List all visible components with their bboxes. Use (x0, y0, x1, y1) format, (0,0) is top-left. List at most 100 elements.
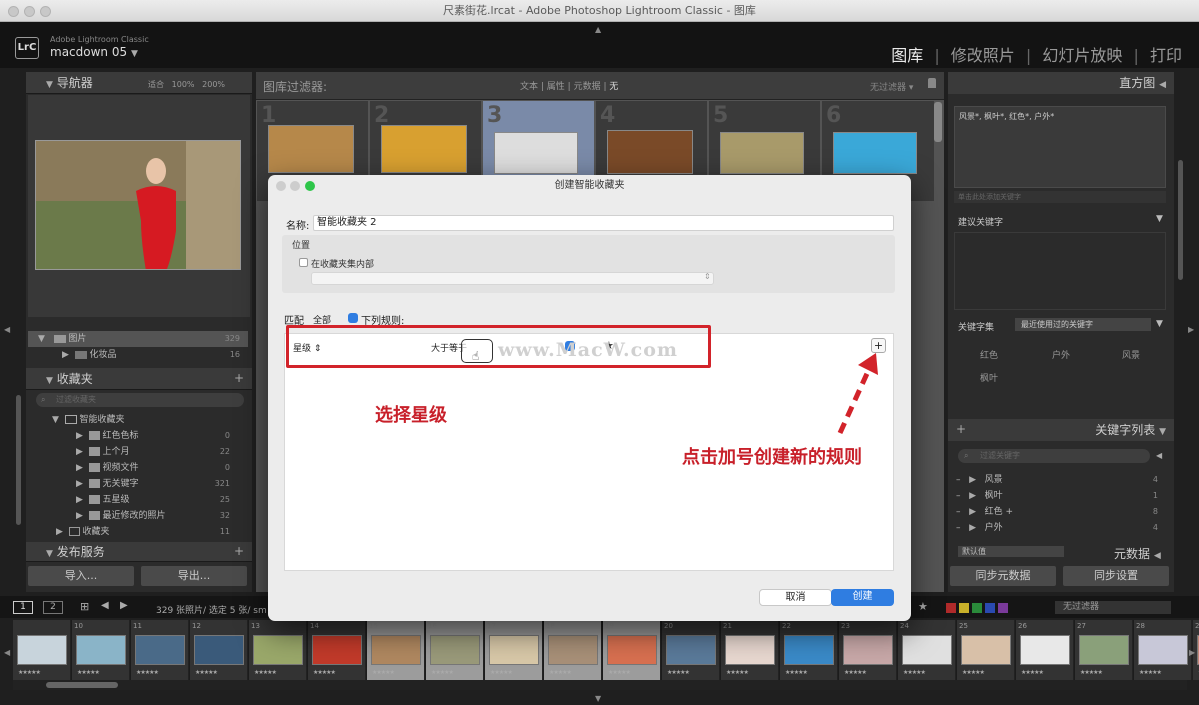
back-arrow-icon[interactable]: ◀ (101, 600, 109, 611)
zoom-fit[interactable]: 适合 (148, 80, 164, 89)
filmstrip-thumbnail[interactable] (1138, 635, 1188, 665)
filmstrip-left-icon[interactable]: ◀ (4, 648, 10, 657)
sync-metadata-button[interactable]: 同步元数据 (950, 566, 1056, 586)
keyword-set-button[interactable]: 户外 (1052, 348, 1070, 361)
filmstrip-thumbnail[interactable] (666, 635, 716, 665)
filmstrip-cell[interactable]: 17 ★★★★★ (485, 620, 543, 680)
grid-view-icon[interactable]: ⊞ (80, 600, 89, 613)
filmstrip-cell[interactable]: 26 ★★★★★ (1016, 620, 1074, 680)
cancel-button[interactable]: 取消 (759, 589, 832, 606)
filmstrip-thumbnail[interactable] (1079, 635, 1129, 665)
filmstrip-cell[interactable]: 14 ★★★★★ (308, 620, 366, 680)
smart-collection-item[interactable]: ▶ 上个月 (76, 444, 130, 460)
filmstrip-cell[interactable]: 25 ★★★★★ (957, 620, 1015, 680)
collection-search-input[interactable]: 过滤收藏夹 (36, 393, 244, 407)
grid-scrollbar[interactable] (934, 102, 942, 142)
filmstrip-cell[interactable]: 27 ★★★★★ (1075, 620, 1133, 680)
module-slideshow[interactable]: 幻灯片放映 (1042, 46, 1122, 65)
red-label-swatch[interactable] (946, 603, 956, 613)
secondary-window-button[interactable]: 2 (43, 601, 63, 614)
keyword-set-button[interactable]: 枫叶 (980, 371, 998, 384)
filmstrip-thumbnail[interactable] (371, 635, 421, 665)
keyword-set-button[interactable]: 风景 (1122, 348, 1140, 361)
create-button[interactable]: 创建 (831, 589, 894, 606)
keyword-list-item[interactable]: – ▶ 枫叶 (956, 488, 1003, 504)
filmstrip-thumbnail[interactable] (902, 635, 952, 665)
collection-item[interactable]: ▶ 收藏夹 (56, 524, 110, 540)
filmstrip-scrollbar[interactable] (13, 680, 1187, 690)
smart-collection-item[interactable]: ▶ 红色色标 (76, 428, 139, 444)
grid-thumbnail[interactable] (268, 125, 354, 173)
catalog-selector[interactable]: macdown 05 ▼ (50, 45, 138, 59)
filmstrip-cell[interactable]: 28 ★★★★★ (1134, 620, 1192, 680)
keyword-list-item[interactable]: – ▶ 户外 (956, 520, 1003, 536)
filter-preset-select[interactable]: 无过滤器 (1055, 601, 1171, 614)
filmstrip-cell[interactable]: 21 ★★★★★ (721, 620, 779, 680)
add-keyword-button[interactable]: + (956, 422, 966, 436)
publish-services-header[interactable]: ▼ 发布服务 (26, 542, 252, 562)
collections-header[interactable]: ▼ 收藏夹 (26, 368, 252, 390)
filter-attribute[interactable]: 属性 (547, 82, 565, 92)
filmstrip-thumbnail[interactable] (607, 635, 657, 665)
collapse-left-icon[interactable]: ◀ (4, 325, 10, 334)
minimize-window-button[interactable] (24, 6, 35, 17)
filmstrip-thumbnail[interactable] (725, 635, 775, 665)
filmstrip-thumbnail[interactable] (312, 635, 362, 665)
filmstrip-thumbnail[interactable] (253, 635, 303, 665)
filmstrip-cell[interactable]: 18 ★★★★★ (544, 620, 602, 680)
smart-collection-item[interactable]: ▶ 无关键字 (76, 476, 139, 492)
triangle-down-icon[interactable]: ▼ (1156, 319, 1163, 329)
keyword-input[interactable]: 单击此处添加关键字 (954, 191, 1166, 203)
keyword-tags-box[interactable]: 风景*, 枫叶*, 红色*, 户外* (954, 106, 1166, 188)
filmstrip-cell[interactable]: ★★★★★ (13, 620, 71, 680)
filmstrip-cell[interactable]: 24 ★★★★★ (898, 620, 956, 680)
keyword-set-select[interactable]: 最近使用过的关键字 (1015, 318, 1151, 331)
filmstrip-thumbnail[interactable] (961, 635, 1011, 665)
keyword-set-button[interactable]: 红色 (980, 348, 998, 361)
collapse-top-icon[interactable]: ▲ (595, 25, 601, 34)
collapse-bottom-icon[interactable]: ▼ (595, 694, 601, 703)
filmstrip-thumbnail[interactable] (194, 635, 244, 665)
grid-thumbnail[interactable] (494, 132, 578, 174)
main-window-button[interactable]: 1 (13, 601, 33, 614)
triangle-down-icon[interactable]: ▼ (1156, 214, 1163, 224)
module-library[interactable]: 图库 (891, 46, 923, 65)
filmstrip-cell[interactable]: 16 ★★★★★ (426, 620, 484, 680)
grid-thumbnail[interactable] (720, 132, 804, 174)
grid-thumbnail[interactable] (833, 132, 917, 174)
keyword-list-item[interactable]: – ▶ 风景 (956, 472, 1003, 488)
inside-set-checkbox[interactable] (299, 258, 308, 267)
filter-metadata[interactable]: 元数据 (574, 82, 601, 92)
keyword-search-input[interactable]: 过滤关键字 (958, 449, 1150, 463)
lock-icon[interactable] (928, 78, 936, 88)
blue-label-swatch[interactable] (985, 603, 995, 613)
right-panel-scrollbar[interactable] (1178, 160, 1183, 280)
zoom-window-button[interactable] (40, 6, 51, 17)
filmstrip-right-icon[interactable]: ▶ (1189, 648, 1195, 657)
filmstrip-thumbnail[interactable] (784, 635, 834, 665)
filmstrip-scroll-thumb[interactable] (46, 682, 118, 688)
filmstrip-thumbnail[interactable] (843, 635, 893, 665)
filmstrip-thumbnail[interactable] (548, 635, 598, 665)
filmstrip-cell[interactable]: 23 ★★★★★ (839, 620, 897, 680)
keyword-list-header[interactable]: 关键字列表 ▼ (948, 419, 1174, 441)
zoom-100[interactable]: 100% (172, 80, 195, 89)
smart-collection-item[interactable]: ▶ 五星级 (76, 492, 130, 508)
module-print[interactable]: 打印 (1150, 46, 1182, 65)
match-chevron-icon[interactable] (348, 313, 358, 323)
filmstrip-thumbnail[interactable] (430, 635, 480, 665)
yellow-label-swatch[interactable] (959, 603, 969, 613)
filmstrip-cell[interactable]: 20 ★★★★★ (662, 620, 720, 680)
filter-text[interactable]: 文本 (520, 82, 538, 92)
filmstrip-thumbnail[interactable] (17, 635, 67, 665)
filmstrip-thumbnail[interactable] (76, 635, 126, 665)
filmstrip-cell[interactable]: 11 ★★★★★ (131, 620, 189, 680)
forward-arrow-icon[interactable]: ▶ (120, 600, 128, 611)
export-button[interactable]: 导出... (141, 566, 247, 586)
smart-collection-item[interactable]: ▶ 最近修改的照片 (76, 508, 166, 524)
folder-item[interactable]: ▶ 化妆品 (62, 347, 117, 363)
left-panel-scrollbar[interactable] (16, 395, 21, 525)
filmstrip-cell[interactable]: 10 ★★★★★ (72, 620, 130, 680)
filmstrip-thumbnail[interactable] (489, 635, 539, 665)
filter-preset[interactable]: 无过滤器 ▾ (870, 80, 913, 93)
